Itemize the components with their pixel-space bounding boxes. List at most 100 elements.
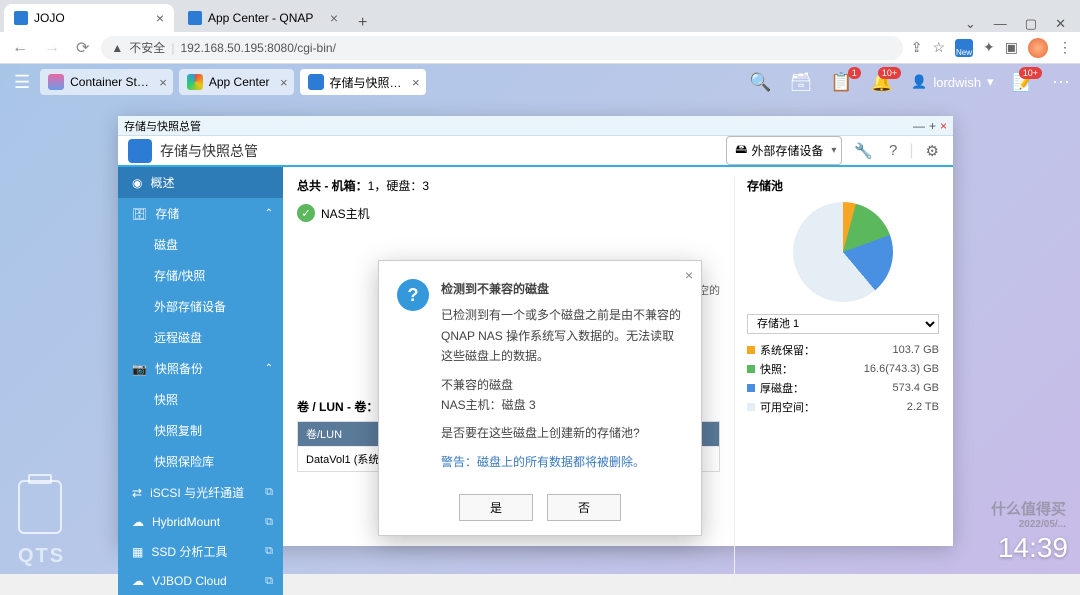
maximize-button[interactable]: ▢ xyxy=(1025,16,1037,32)
browser-tab[interactable]: App Center - QNAP × xyxy=(178,4,348,32)
reload-button[interactable]: ⟳ xyxy=(72,38,93,58)
minimize-button[interactable]: — xyxy=(913,119,925,133)
sidebar-item-vjbod[interactable]: ☁VJBOD Cloud⧉ xyxy=(118,567,283,595)
sidebar-item-snapshot-copy[interactable]: 快照复制 xyxy=(118,415,283,446)
sidebar-item-ssd[interactable]: ▦SSD 分析工具⧉ xyxy=(118,536,283,567)
sidebar-item-remote[interactable]: 远程磁盘 xyxy=(118,322,283,353)
watermark: 什么值得买 2022/05/... xyxy=(991,498,1066,530)
window-titlebar[interactable]: 存储与快照总管 — + × xyxy=(118,116,953,136)
drive-icon: 🖴 xyxy=(735,140,747,161)
close-icon[interactable]: × xyxy=(685,267,693,283)
puzzle-icon[interactable]: ✦ xyxy=(983,39,995,56)
close-icon[interactable]: × xyxy=(159,75,167,90)
legend-row: 系统保留：103.7 GB xyxy=(747,342,939,358)
favicon-icon xyxy=(188,11,202,25)
storage-pool-panel: 存储池 存储池 1 系统保留：103.7 GB 快照：16.6(743.3) GB… xyxy=(734,177,939,585)
url-input[interactable]: ▲ 不安全 | 192.168.50.195:8080/cgi-bin/ xyxy=(101,36,902,60)
storage-icon: 🗄 xyxy=(132,207,147,221)
sidebar-item-overview[interactable]: ◉概述 xyxy=(118,167,283,198)
volume-icon[interactable]: 🗃 xyxy=(789,72,812,93)
profile-avatar[interactable] xyxy=(1028,38,1048,58)
favicon-icon xyxy=(14,11,28,25)
extension-icon[interactable]: New xyxy=(955,39,973,57)
sidebar-item-iscsi[interactable]: ⇄iSCSI 与光纤通道⧉ xyxy=(118,477,283,508)
tab-title: App Center - QNAP xyxy=(208,11,313,25)
chevron-down-icon[interactable]: ⌄ xyxy=(965,16,976,32)
legend-row: 可用空间：2.2 TB xyxy=(747,399,939,415)
dialog-text: 不兼容的磁盘NAS主机：磁盘 3 xyxy=(441,375,683,416)
gear-icon[interactable]: ⚙ xyxy=(922,142,943,160)
yes-button[interactable]: 是 xyxy=(459,494,533,521)
legend-row: 厚磁盘：573.4 GB xyxy=(747,380,939,396)
legend-row: 快照：16.6(743.3) GB xyxy=(747,361,939,377)
close-icon[interactable]: × xyxy=(330,10,338,26)
back-button[interactable]: ← xyxy=(8,39,32,57)
sidebar-item-external[interactable]: 外部存储设备 xyxy=(118,291,283,322)
user-menu[interactable]: 👤 lordwish ▾ xyxy=(911,74,993,90)
close-button[interactable]: ✕ xyxy=(1055,16,1066,32)
app-icon xyxy=(308,74,324,90)
sidebar-item-storage[interactable]: 🗄存储 xyxy=(118,198,283,229)
chevron-down-icon: ▾ xyxy=(987,74,994,90)
app-label: App Center xyxy=(209,75,270,89)
incompatible-disk-dialog: × ? 检测到不兼容的磁盘 已检测到有一个或多个磁盘之前是由不兼容的 QNAP … xyxy=(378,260,702,536)
trash-icon[interactable] xyxy=(18,480,62,534)
taskbar-app[interactable]: Container St… × xyxy=(40,69,173,95)
new-tab-button[interactable]: + xyxy=(348,14,377,32)
close-icon[interactable]: × xyxy=(280,75,288,90)
window-title: 存储与快照总管 xyxy=(124,118,201,134)
info-icon: ? xyxy=(397,279,429,311)
pool-select[interactable]: 存储池 1 xyxy=(747,314,939,334)
external-link-icon: ⧉ xyxy=(265,545,273,558)
storage-icon xyxy=(128,139,152,163)
link-icon: ⇄ xyxy=(132,486,142,500)
close-icon[interactable]: × xyxy=(412,75,420,90)
menu-icon[interactable]: ⋮ xyxy=(1058,39,1072,56)
sidebar-item-snapshot[interactable]: 快照 xyxy=(118,384,283,415)
sidebar-item-storage-snapshot[interactable]: 存储/快照 xyxy=(118,260,283,291)
share-icon[interactable]: ⇪ xyxy=(911,39,923,56)
search-icon[interactable]: 🔍 xyxy=(749,72,771,93)
notes-icon[interactable]: 📝10+ xyxy=(1012,72,1034,93)
pool-title: 存储池 xyxy=(747,177,939,194)
user-icon: 👤 xyxy=(911,74,927,90)
dashboard-icon[interactable]: 📋1 xyxy=(830,72,852,93)
bell-icon[interactable]: 🔔10+ xyxy=(871,72,893,93)
dashboard-icon: ◉ xyxy=(132,176,142,190)
close-button[interactable]: × xyxy=(940,119,947,133)
taskbar-app[interactable]: App Center × xyxy=(179,69,294,95)
browser-tab[interactable]: JOJO × xyxy=(4,4,174,32)
external-link-icon: ⧉ xyxy=(265,575,273,588)
help-icon[interactable]: ? xyxy=(885,142,901,159)
sidebar: ◉概述 🗄存储 磁盘 存储/快照 外部存储设备 远程磁盘 📷快照备份 快照 快照… xyxy=(118,167,283,595)
address-bar: ← → ⟳ ▲ 不安全 | 192.168.50.195:8080/cgi-bi… xyxy=(0,32,1080,64)
clock: 14:39 xyxy=(998,532,1068,564)
close-icon[interactable]: × xyxy=(156,10,164,26)
dialog-title: 检测到不兼容的磁盘 xyxy=(441,279,683,299)
sidebar-item-hybridmount[interactable]: ☁HybridMount⧉ xyxy=(118,508,283,536)
sidebar-item-snapshot-backup[interactable]: 📷快照备份 xyxy=(118,353,283,384)
app-icon xyxy=(187,74,203,90)
dialog-text: 是否要在这些磁盘上创建新的存储池? xyxy=(441,423,683,443)
more-icon[interactable]: ⋯ xyxy=(1052,72,1070,93)
reading-list-icon[interactable]: ▣ xyxy=(1005,39,1018,56)
star-icon[interactable]: ☆ xyxy=(932,39,945,56)
taskbar-app-active[interactable]: 存储与快照… × xyxy=(300,69,426,95)
sidebar-item-snapshot-vault[interactable]: 快照保险库 xyxy=(118,446,283,477)
sidebar-item-disk[interactable]: 磁盘 xyxy=(118,229,283,260)
warning-icon: ▲ xyxy=(111,41,123,55)
tab-title: JOJO xyxy=(34,11,65,25)
external-storage-dropdown[interactable]: 🖴 外部存储设备 xyxy=(726,136,842,165)
summary-text: 总共 - 机箱：1，硬盘：3 xyxy=(297,177,720,194)
nas-host-row[interactable]: ✓ NAS主机 xyxy=(297,204,720,222)
dialog-warning: 警告：磁盘上的所有数据都将被删除。 xyxy=(441,452,683,472)
qts-logo: QTS xyxy=(18,545,65,568)
wrench-icon[interactable]: 🔧 xyxy=(850,142,877,160)
app-label: Container St… xyxy=(70,75,149,89)
minimize-button[interactable]: — xyxy=(994,16,1007,32)
maximize-button[interactable]: + xyxy=(929,119,936,133)
cloud-icon: ☁ xyxy=(132,574,144,588)
menu-icon[interactable]: ☰ xyxy=(10,68,34,97)
app-icon xyxy=(48,74,64,90)
no-button[interactable]: 否 xyxy=(547,494,621,521)
